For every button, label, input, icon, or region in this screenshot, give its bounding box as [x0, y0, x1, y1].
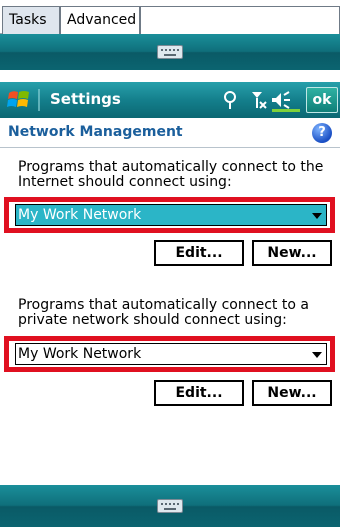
tab-advanced[interactable]: Advanced [60, 6, 140, 34]
keyboard-icon[interactable] [157, 45, 183, 59]
private-network-dropdown[interactable]: My Work Network [15, 343, 327, 365]
private-connection-label: Programs that automatically connect to a… [18, 297, 309, 328]
keyboard-icon[interactable] [157, 499, 183, 513]
section-header: Network Management ? [0, 118, 340, 148]
screen-gap [0, 70, 340, 82]
dropdown-value: My Work Network [18, 346, 142, 362]
page-title: Network Management [8, 124, 183, 140]
internet-connection-label: Programs that automatically connect to t… [18, 159, 324, 190]
tab-tasks[interactable]: Tasks [2, 6, 60, 34]
chevron-down-icon [312, 352, 322, 358]
ok-button[interactable]: ok [306, 87, 338, 113]
tab-bar: Tasks Advanced [0, 0, 340, 34]
internet-edit-button[interactable]: Edit... [154, 240, 244, 266]
internet-new-button[interactable]: New... [252, 240, 332, 266]
bottom-menu-bar [0, 485, 340, 527]
top-menu-bar [0, 34, 340, 70]
tab-strip-fill [140, 6, 340, 34]
help-icon[interactable]: ? [312, 123, 332, 143]
internet-network-dropdown[interactable]: My Work Network [15, 204, 327, 226]
windows-start-icon[interactable] [6, 88, 32, 112]
signal-off-icon[interactable] [252, 92, 267, 109]
dropdown-value: My Work Network [18, 207, 142, 223]
connectivity-icon[interactable] [224, 91, 236, 109]
app-title: Settings [50, 90, 121, 108]
private-new-button[interactable]: New... [252, 380, 332, 406]
status-icons [224, 91, 300, 112]
volume-icon[interactable] [272, 91, 300, 112]
highlight-box: My Work Network [4, 197, 335, 233]
highlight-box: My Work Network [4, 336, 335, 372]
chevron-down-icon [312, 213, 322, 219]
private-edit-button[interactable]: Edit... [154, 380, 244, 406]
title-bar: Settings ok [0, 82, 340, 118]
title-separator [38, 89, 40, 111]
